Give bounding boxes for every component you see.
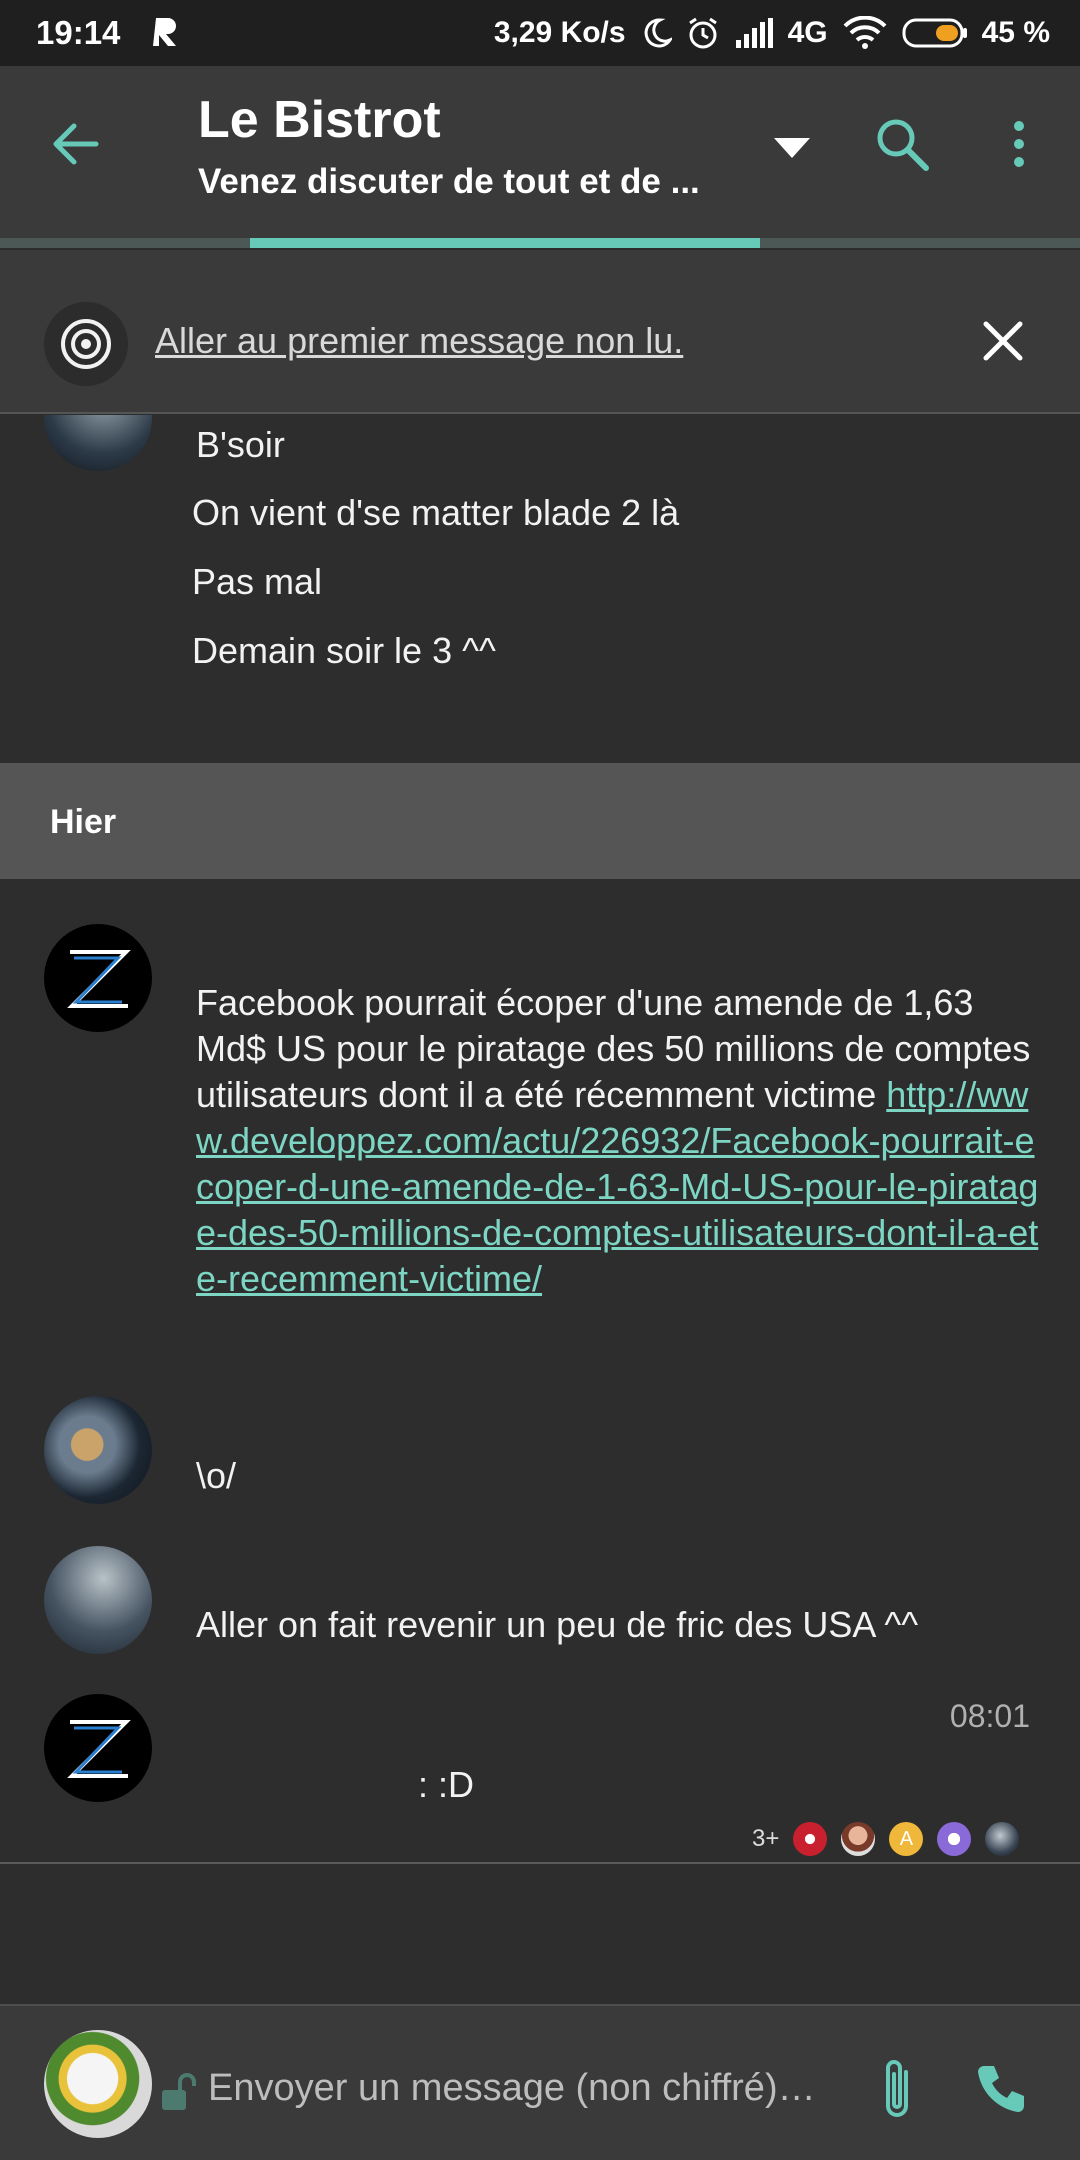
message-composer — [0, 2004, 1080, 2160]
day-separator-label: Hier — [50, 803, 117, 841]
wifi-icon — [843, 16, 887, 49]
status-time: 19:14 — [36, 14, 121, 51]
read-receipt-count: 3+ — [752, 1825, 780, 1852]
message-text: Pas mal — [192, 561, 323, 602]
network-type: 4G — [787, 16, 828, 49]
tab-indicator — [250, 238, 760, 248]
battery-icon — [902, 18, 967, 48]
z-logo-icon — [67, 1720, 131, 1778]
close-icon[interactable] — [978, 316, 1028, 366]
message-text: On vient d'se matter blade 2 là — [192, 492, 680, 533]
read-receipt-avatar — [985, 1822, 1020, 1856]
read-receipt-letter: A — [899, 1827, 914, 1850]
search-icon[interactable] — [872, 114, 932, 174]
jump-to-unread-link[interactable]: Aller au premier message non lu. — [155, 320, 683, 362]
day-separator: Hier — [0, 763, 1080, 879]
message-text: \o/ — [196, 1455, 237, 1496]
status-bar: 19:14 3,29 Ko/s 4G 45 % — [0, 0, 1080, 66]
message-text: : :D — [418, 1764, 475, 1805]
room-topic[interactable]: Venez discuter de tout et de ... — [198, 162, 738, 202]
signal-icon — [735, 18, 773, 48]
target-icon — [44, 302, 128, 386]
phone-icon[interactable] — [970, 2060, 1030, 2120]
room-title[interactable]: Le Bistrot — [198, 90, 441, 150]
attachment-icon[interactable] — [872, 2056, 922, 2124]
message-input[interactable] — [208, 2058, 828, 2118]
message-text: B'soir — [196, 424, 285, 465]
read-receipt-avatar — [841, 1822, 876, 1856]
message-text: Aller on fait revenir un peu de fric des… — [196, 1604, 919, 1645]
network-speed: 3,29 Ko/s — [493, 16, 626, 49]
read-receipt-avatar: A — [889, 1822, 924, 1856]
avatar[interactable] — [44, 1546, 152, 1654]
timeline-divider — [0, 1862, 1080, 1864]
app-notification-icon — [153, 18, 176, 46]
avatar[interactable] — [44, 1396, 152, 1504]
battery-level: 45 % — [981, 16, 1050, 49]
read-receipt-avatar — [937, 1822, 972, 1856]
message-text: Demain soir le 3 ^^ — [192, 630, 496, 671]
read-receipt-avatar — [793, 1822, 828, 1856]
z-logo-icon — [67, 950, 131, 1008]
read-receipts[interactable]: 3+ A — [752, 1822, 1020, 1856]
unlocked-icon — [162, 2073, 196, 2110]
unread-banner[interactable]: Aller au premier message non lu. — [0, 250, 1080, 414]
more-options-icon[interactable] — [998, 114, 1040, 174]
back-arrow-icon[interactable] — [46, 114, 106, 174]
avatar[interactable] — [44, 1694, 152, 1802]
tab-strip — [0, 238, 1080, 250]
moon-icon — [644, 18, 672, 48]
alarm-icon — [688, 17, 717, 49]
app-bar: Le Bistrot Venez discuter de tout et de … — [0, 66, 1080, 238]
my-avatar[interactable] — [44, 2030, 152, 2138]
avatar[interactable] — [44, 924, 152, 1032]
dropdown-arrow-icon[interactable] — [770, 130, 814, 166]
message-timestamp: 08:01 — [949, 1698, 1030, 1734]
message-text: Facebook pourrait écoper d'une amende de… — [196, 980, 1046, 1302]
